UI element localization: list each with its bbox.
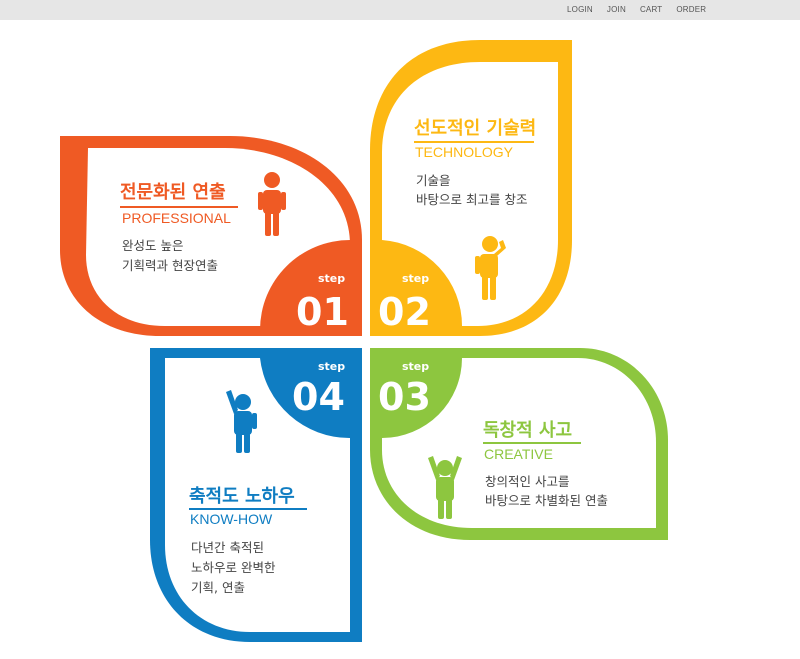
petal-diagram: step 01 step 02 step 03 step 04 <box>60 40 668 642</box>
step-01-desc-line-2: 기획력과 현장연출 <box>122 258 218 273</box>
step-04-desc-line-2: 노하우로 완벽한 <box>191 560 276 575</box>
step-03-title: 독창적 사고 <box>483 420 573 441</box>
step-01-word: step <box>318 272 345 285</box>
step-04-number: 04 <box>292 375 345 419</box>
step-02-subtitle: TECHNOLOGY <box>415 144 514 160</box>
step-03-subtitle: CREATIVE <box>484 446 553 462</box>
step-03-underline <box>483 442 581 444</box>
step-03-desc-line-2: 바탕으로 차별화된 연출 <box>485 493 608 508</box>
step-01-title: 전문화된 연출 <box>120 182 226 203</box>
step-03-word: step <box>402 360 429 373</box>
step-02-desc-line-1: 기술을 <box>416 173 451 188</box>
step-04-underline <box>189 508 307 510</box>
step-03-number: 03 <box>378 375 431 419</box>
step-04-word: step <box>318 360 345 373</box>
step-04-desc-line-1: 다년간 축적된 <box>191 540 264 555</box>
step-03-desc-line-1: 창의적인 사고를 <box>485 474 570 489</box>
step-01-desc-line-1: 완성도 높은 <box>122 238 184 253</box>
step-02-number: 02 <box>378 290 431 334</box>
step-01-number: 01 <box>296 290 349 334</box>
step-04-desc-line-3: 기획, 연출 <box>191 580 245 595</box>
step-01-subtitle: PROFESSIONAL <box>122 210 231 226</box>
step-04-title: 축적도 노하우 <box>189 486 295 507</box>
step-02-word: step <box>402 272 429 285</box>
step-02-underline <box>414 141 534 143</box>
step-02-title: 선도적인 기술력 <box>414 118 537 139</box>
step-02-desc-line-2: 바탕으로 최고를 창조 <box>416 192 528 207</box>
step-04-subtitle: KNOW-HOW <box>190 511 273 527</box>
step-01-underline <box>120 206 238 208</box>
